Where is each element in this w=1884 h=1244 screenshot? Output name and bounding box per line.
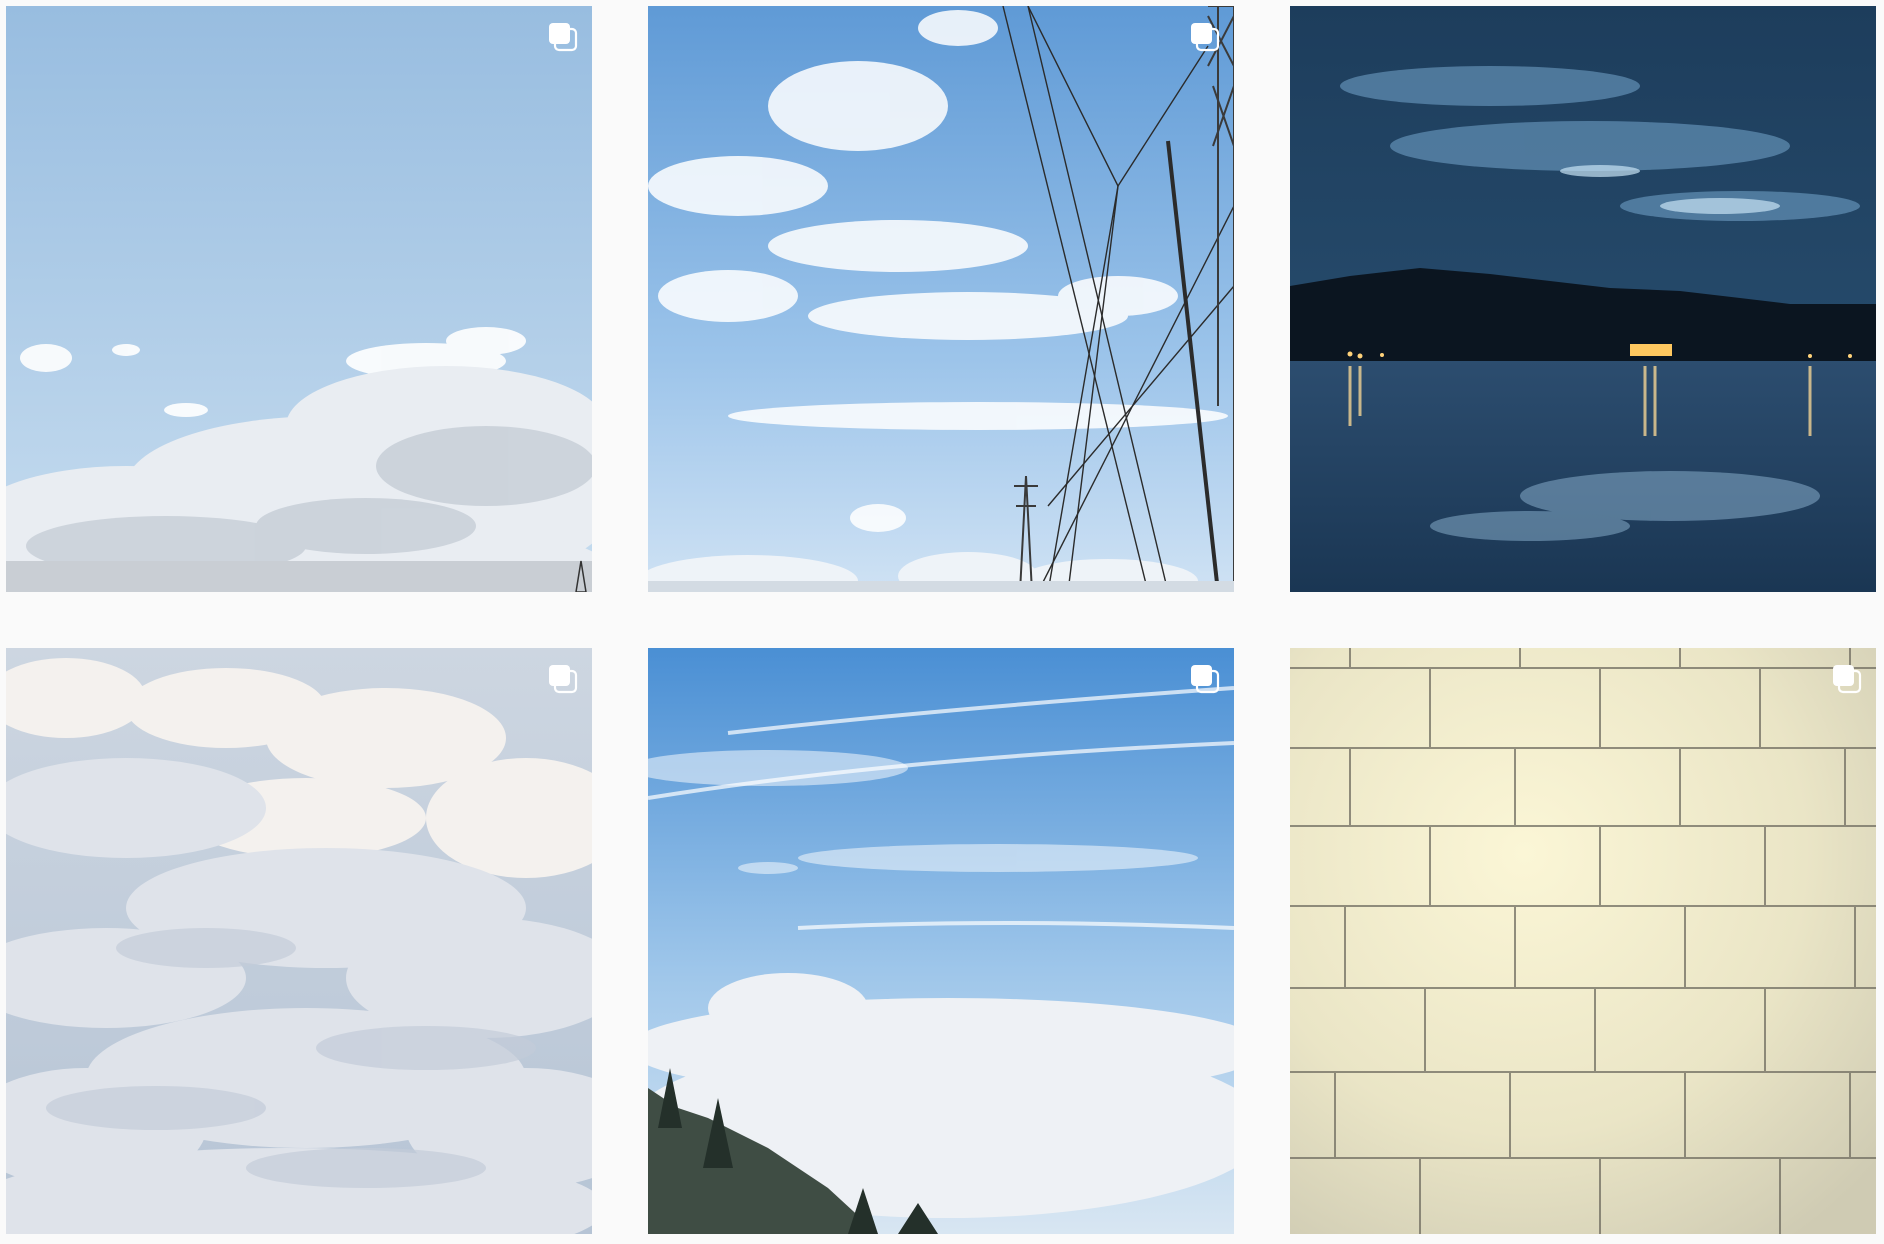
- post-tile-4[interactable]: [6, 648, 592, 1234]
- post-tile-2[interactable]: [648, 6, 1234, 592]
- post-photo-3: [1290, 6, 1876, 592]
- photo-grid: [6, 6, 1876, 1234]
- post-photo-2: [648, 6, 1234, 592]
- multiple-photos-icon: [1191, 23, 1220, 52]
- multiple-photos-icon: [1833, 665, 1862, 694]
- post-tile-6[interactable]: [1290, 648, 1876, 1234]
- post-tile-1[interactable]: [6, 6, 592, 592]
- post-photo-6: [1290, 648, 1876, 1234]
- post-photo-1: [6, 6, 592, 592]
- post-tile-5[interactable]: [648, 648, 1234, 1234]
- post-photo-4: [6, 648, 592, 1234]
- multiple-photos-icon: [549, 23, 578, 52]
- post-tile-3[interactable]: [1290, 6, 1876, 592]
- multiple-photos-icon: [549, 665, 578, 694]
- multiple-photos-icon: [1191, 665, 1220, 694]
- post-photo-5: [648, 648, 1234, 1234]
